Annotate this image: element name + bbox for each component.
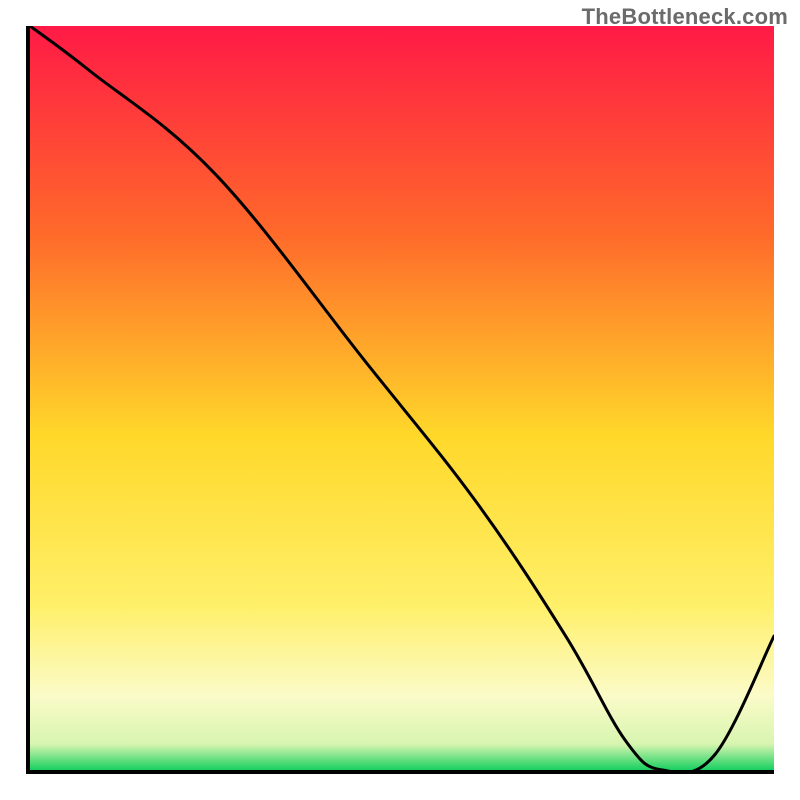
plot-area — [26, 26, 774, 774]
bottleneck-curve — [30, 26, 774, 770]
chart-frame: TheBottleneck.com — [0, 0, 800, 800]
